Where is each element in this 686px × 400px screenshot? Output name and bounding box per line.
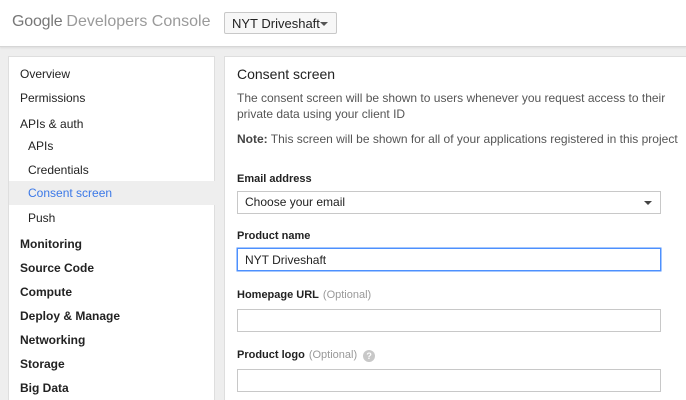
product-logo-field[interactable] (237, 369, 661, 392)
sidebar: Overview Permissions APIs & auth APIs Cr… (8, 56, 215, 400)
google-wordmark: Google (12, 13, 63, 30)
product-name-label: Developers Console (66, 13, 211, 30)
homepage-url-label: Homepage URL (Optional) (237, 289, 371, 301)
email-address-label: Email address (237, 173, 312, 185)
sidebar-item-storage[interactable]: Storage (9, 352, 215, 376)
sidebar-item-source-code[interactable]: Source Code (9, 256, 215, 280)
sidebar-item-credentials[interactable]: Credentials (9, 158, 215, 182)
help-icon[interactable]: ? (363, 350, 376, 362)
homepage-url-label-text: Homepage URL (237, 289, 319, 301)
chevron-down-icon (644, 201, 652, 205)
product-logo-label-text: Product logo (237, 349, 305, 361)
chevron-down-icon (320, 22, 328, 26)
email-address-value: Choose your email (245, 195, 346, 209)
sidebar-item-monitoring[interactable]: Monitoring (9, 232, 215, 256)
optional-hint: (Optional) (308, 349, 358, 361)
sidebar-item-apis-auth[interactable]: APIs & auth (9, 112, 215, 136)
consent-description: The consent screen will be shown to user… (237, 91, 666, 121)
project-selector-label: NYT Driveshaft (232, 16, 320, 31)
project-selector[interactable]: NYT Driveshaft (224, 12, 337, 34)
note-label: Note: (237, 132, 268, 146)
page-title: Consent screen (237, 66, 336, 82)
sidebar-item-overview[interactable]: Overview (9, 62, 215, 86)
brand-logo[interactable]: Google Developers Console (12, 13, 210, 31)
sidebar-item-networking[interactable]: Networking (9, 328, 215, 352)
sidebar-item-deploy-manage[interactable]: Deploy & Manage (9, 304, 215, 328)
sidebar-item-compute[interactable]: Compute (9, 280, 215, 304)
sidebar-item-permissions[interactable]: Permissions (9, 86, 215, 110)
sidebar-item-big-data[interactable]: Big Data (9, 376, 215, 400)
email-address-select[interactable]: Choose your email (237, 191, 661, 214)
note-text: This screen will be shown for all of you… (267, 132, 678, 146)
product-logo-label: Product logo (Optional)? (237, 349, 376, 362)
sidebar-item-consent-screen[interactable]: Consent screen (9, 181, 215, 205)
product-name-field[interactable] (237, 248, 661, 271)
sidebar-item-push[interactable]: Push (9, 206, 215, 230)
main-panel: Consent screen The consent screen will b… (224, 56, 686, 400)
optional-hint: (Optional) (322, 289, 372, 301)
consent-note: Note: This screen will be shown for all … (237, 131, 682, 147)
top-bar: Google Developers Console NYT Driveshaft (0, 0, 686, 47)
homepage-url-field[interactable] (237, 309, 661, 332)
sidebar-item-apis[interactable]: APIs (9, 134, 215, 158)
product-name-label: Product name (237, 230, 311, 242)
